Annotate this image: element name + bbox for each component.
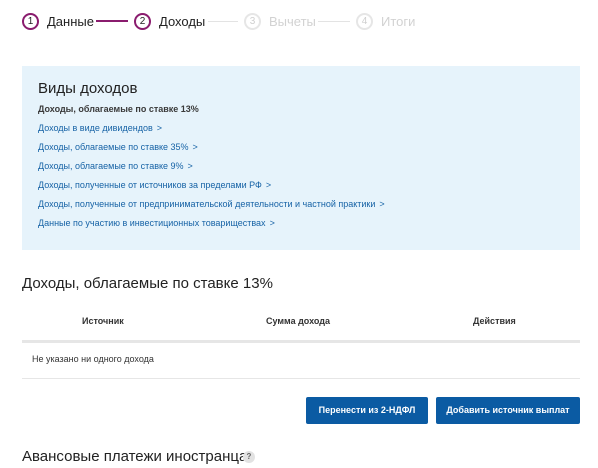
chevron-right-icon: > — [187, 161, 193, 171]
add-payment-source-button[interactable]: Добавить источник выплат — [436, 397, 580, 424]
step-income[interactable]: 2 Доходы — [134, 10, 205, 32]
link-label: Доходы, облагаемые по ставке 9% — [38, 161, 184, 171]
empty-state-message: Не указано ни одного дохода — [32, 354, 154, 364]
table-header-divider — [22, 340, 580, 343]
link-label: Доходы, полученные от предпринимательско… — [38, 199, 376, 209]
table-row-divider — [22, 378, 580, 379]
step-number: 4 — [356, 12, 373, 30]
step-label: Вычеты — [269, 13, 316, 29]
income-section-title: Доходы, облагаемые по ставке 13% — [22, 275, 273, 292]
step-number: 3 — [244, 12, 261, 30]
chevron-right-icon: > — [192, 142, 198, 152]
column-header-actions: Действия — [473, 316, 516, 326]
link-foreign-income[interactable]: Доходы, полученные от источников за пред… — [38, 180, 271, 190]
step-deductions[interactable]: 3 Вычеты — [244, 10, 316, 32]
link-label: Доходы в виде дивидендов — [38, 123, 153, 133]
link-label: Доходы, облагаемые по ставке 35% — [38, 142, 189, 152]
link-investment-partnerships[interactable]: Данные по участию в инвестиционных товар… — [38, 218, 275, 228]
link-dividends[interactable]: Доходы в виде дивидендов > — [38, 123, 162, 133]
link-business-income[interactable]: Доходы, полученные от предпринимательско… — [38, 199, 385, 209]
income-types-title: Виды доходов — [38, 80, 138, 97]
column-header-source: Источник — [82, 316, 124, 326]
help-icon[interactable]: ? — [243, 451, 255, 463]
link-label: Доходы, полученные от источников за пред… — [38, 180, 262, 190]
link-rate-35[interactable]: Доходы, облагаемые по ставке 35% > — [38, 142, 198, 152]
link-rate-9[interactable]: Доходы, облагаемые по ставке 9% > — [38, 161, 193, 171]
step-label: Доходы — [159, 13, 206, 29]
chevron-right-icon: > — [379, 199, 385, 209]
transfer-from-2ndfl-button[interactable]: Перенести из 2-НДФЛ — [306, 397, 428, 424]
step-number: 1 — [22, 12, 39, 30]
column-header-amount: Сумма дохода — [266, 316, 330, 326]
income-types-subtitle: Доходы, облагаемые по ставке 13% — [38, 104, 199, 114]
step-label: Итоги — [381, 13, 416, 29]
step-connector — [96, 20, 128, 22]
step-summary[interactable]: 4 Итоги — [356, 10, 415, 32]
advance-payments-title: Авансовые платежи иностранца — [22, 448, 248, 465]
chevron-right-icon: > — [156, 123, 162, 133]
step-number: 2 — [134, 12, 151, 30]
step-data[interactable]: 1 Данные — [22, 10, 94, 32]
link-label: Данные по участию в инвестиционных товар… — [38, 218, 266, 228]
step-connector — [318, 21, 350, 22]
chevron-right-icon: > — [265, 180, 272, 190]
chevron-right-icon: > — [269, 218, 275, 228]
step-connector — [208, 21, 238, 22]
income-types-panel: Виды доходов Доходы, облагаемые по ставк… — [22, 66, 580, 250]
step-label: Данные — [47, 13, 94, 29]
